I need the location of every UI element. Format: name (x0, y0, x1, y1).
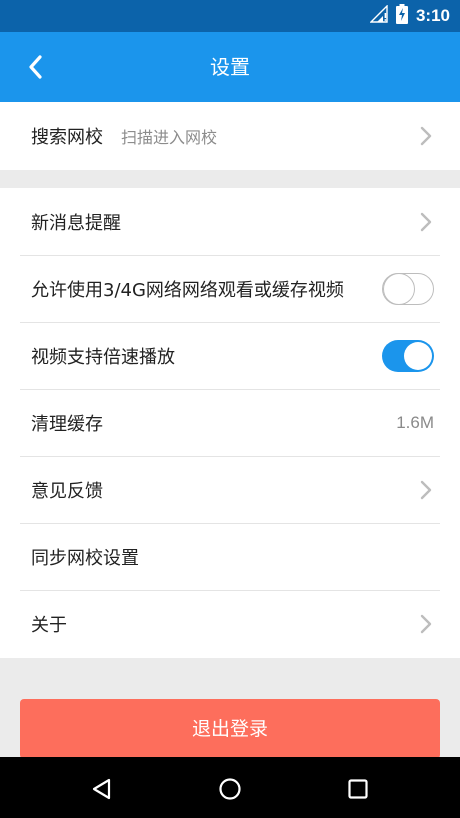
nav-home-button[interactable] (210, 769, 250, 809)
feedback-label: 意见反馈 (31, 480, 103, 502)
system-nav-bar (0, 757, 460, 818)
app-bar: 设置 (0, 32, 460, 102)
feedback-row[interactable]: 意见反馈 (0, 456, 460, 523)
about-label: 关于 (31, 614, 67, 636)
speed-play-toggle[interactable] (382, 339, 434, 372)
speed-play-label: 视频支持倍速播放 (31, 346, 175, 368)
wifi-icon (369, 4, 388, 27)
clear-cache-row[interactable]: 清理缓存 1.6M (0, 389, 460, 456)
nav-recents-button[interactable] (338, 769, 378, 809)
logout-button[interactable]: 退出登录 (20, 699, 440, 759)
scan-school-hint: 扫描进入网校 (121, 127, 218, 147)
battery-charging-icon (395, 4, 408, 28)
chevron-right-icon (420, 126, 432, 145)
chevron-right-icon (420, 480, 432, 499)
nav-recents-icon (348, 779, 368, 799)
toggle-knob (383, 272, 415, 305)
sync-school-label: 同步网校设置 (31, 547, 139, 569)
about-row[interactable]: 关于 (0, 590, 460, 657)
chevron-right-icon (420, 614, 432, 633)
nav-back-icon (92, 778, 111, 800)
speed-play-row: 视频支持倍速播放 (0, 322, 460, 389)
status-icons: 3:10 (369, 0, 450, 32)
settings-list: 新消息提醒 允许使用3/4G网络网络观看或缓存视频 视频支持倍速播放 清理缓存 … (0, 188, 460, 658)
network-cache-row: 允许使用3/4G网络网络观看或缓存视频 (0, 255, 460, 322)
clear-cache-label: 清理缓存 (31, 413, 103, 435)
status-time: 3:10 (415, 6, 450, 25)
toggle-knob (404, 341, 432, 370)
new-message-label: 新消息提醒 (31, 212, 121, 234)
nav-back-button[interactable] (82, 769, 122, 809)
search-school-label: 搜索网校 (31, 126, 103, 148)
network-cache-label: 允许使用3/4G网络网络观看或缓存视频 (31, 279, 344, 301)
cache-size-value: 1.6M (396, 412, 434, 432)
new-message-row[interactable]: 新消息提醒 (0, 188, 460, 255)
school-group: 搜索网校 扫描进入网校 (0, 102, 460, 170)
status-bar: 3:10 (0, 0, 460, 32)
network-cache-toggle[interactable] (382, 272, 434, 305)
page-title: 设置 (210, 55, 250, 79)
nav-home-icon (219, 778, 241, 800)
search-school-row[interactable]: 搜索网校 扫描进入网校 (0, 102, 460, 169)
chevron-right-icon (420, 212, 432, 231)
sync-school-row[interactable]: 同步网校设置 (0, 523, 460, 590)
